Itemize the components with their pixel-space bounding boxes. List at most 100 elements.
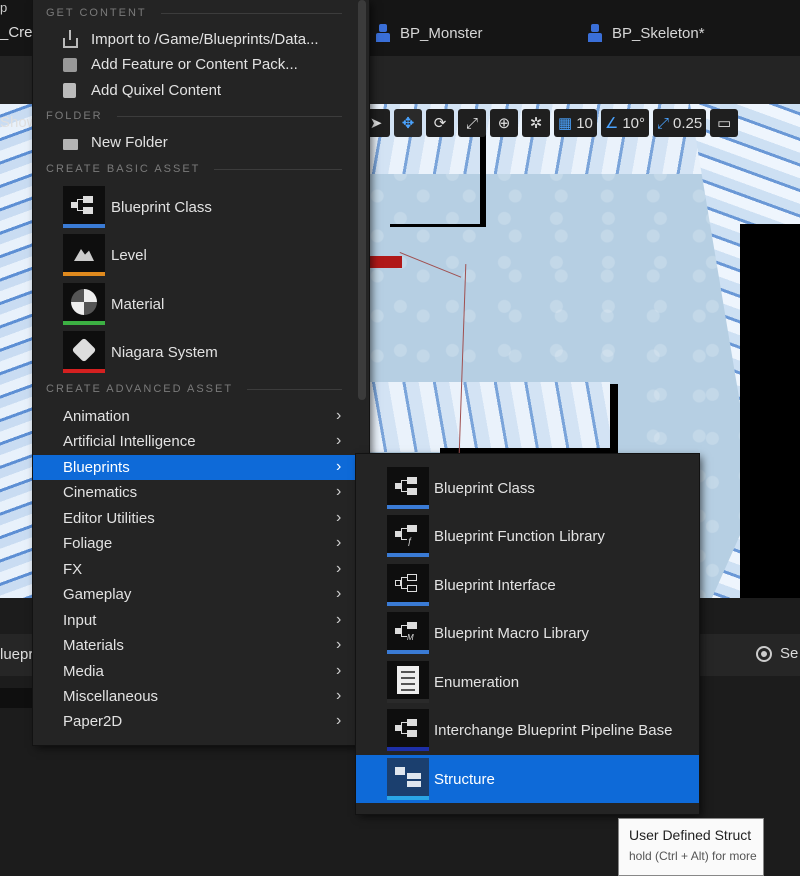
category-media[interactable]: Media › — [33, 659, 355, 684]
scale-snap-icon: ⤢ — [657, 114, 670, 132]
scale-icon[interactable]: ⤢ — [458, 109, 486, 137]
category-label: FX — [63, 561, 83, 578]
blueprint-icon — [376, 24, 390, 42]
submenu-item-label: Enumeration — [434, 673, 520, 691]
viewport-scenery — [740, 224, 800, 598]
submenu-item-interchange-pipeline[interactable]: Interchange Blueprint Pipeline Base — [356, 706, 699, 754]
submenu-item-blueprint-macro-library[interactable]: M Blueprint Macro Library — [356, 609, 699, 657]
category-label: Gameplay — [63, 586, 132, 603]
category-cinematics[interactable]: Cinematics › — [33, 480, 355, 505]
category-miscellaneous[interactable]: Miscellaneous › — [33, 684, 355, 709]
niagara-icon — [63, 331, 105, 373]
category-label: Editor Utilities — [63, 510, 155, 527]
rotation-snap-button[interactable]: ∠ 10° — [600, 109, 650, 137]
menu-item-import[interactable]: Import to /Game/Blueprints/Data... — [33, 27, 355, 52]
translate-icon[interactable]: ✥ — [394, 109, 422, 137]
tooltip: User Defined Struct hold (Ctrl + Alt) fo… — [618, 818, 764, 876]
menu-item-label: Add Quixel Content — [91, 82, 222, 99]
blueprint-class-icon — [387, 467, 429, 509]
section-title: CREATE ADVANCED ASSET — [46, 383, 234, 395]
submenu-item-blueprint-function-library[interactable]: ƒ Blueprint Function Library — [356, 512, 699, 560]
category-artificial-intelligence[interactable]: Artificial Intelligence › — [33, 429, 355, 454]
viewport-show-menu[interactable]: Show — [0, 114, 38, 131]
tab-label: BP_Monster — [400, 24, 483, 42]
world-space-icon[interactable]: ⊕ — [490, 109, 518, 137]
grid-icon: ▦ — [558, 115, 573, 132]
section-title: GET CONTENT — [46, 7, 147, 19]
basic-asset-label: Material — [111, 295, 165, 313]
menu-item-label: Add Feature or Content Pack... — [91, 56, 298, 73]
blueprint-icon — [588, 24, 602, 42]
grid-snap-button[interactable]: ▦ 10 — [554, 109, 597, 137]
chevron-right-icon: › — [336, 636, 342, 653]
basic-asset-blueprint-class[interactable]: Blueprint Class — [63, 184, 363, 230]
submenu-item-blueprint-interface[interactable]: Blueprint Interface — [356, 561, 699, 609]
category-animation[interactable]: Animation › — [33, 404, 355, 429]
basic-asset-label: Level — [111, 246, 147, 264]
grid-snap-value: 10 — [576, 114, 593, 132]
content-browser-tab[interactable]: luepr — [0, 646, 33, 663]
section-header-folder: FOLDER — [46, 110, 342, 122]
category-editor-utilities[interactable]: Editor Utilities › — [33, 506, 355, 531]
submenu-item-label: Blueprint Interface — [434, 576, 556, 594]
submenu-item-blueprint-class[interactable]: Blueprint Class — [356, 464, 699, 512]
category-gameplay[interactable]: Gameplay › — [33, 582, 355, 607]
category-paper2d[interactable]: Paper2D › — [33, 709, 355, 734]
basic-asset-level[interactable]: Level — [63, 232, 363, 278]
interface-icon — [387, 564, 429, 606]
category-blueprints[interactable]: Blueprints › — [33, 455, 355, 480]
chevron-right-icon: › — [336, 687, 342, 704]
menu-scrollbar[interactable] — [358, 0, 366, 400]
submenu-item-label: Blueprint Class — [434, 479, 535, 497]
quixel-icon — [63, 83, 76, 98]
scale-snap-value: 0.25 — [673, 114, 703, 132]
category-fx[interactable]: FX › — [33, 557, 355, 582]
section-header-get-content: GET CONTENT — [46, 7, 342, 19]
basic-asset-label: Niagara System — [111, 343, 218, 361]
search-input[interactable] — [0, 688, 34, 708]
category-label: Paper2D — [63, 713, 123, 730]
category-foliage[interactable]: Foliage › — [33, 531, 355, 556]
angle-icon: ∠ — [604, 115, 619, 132]
category-materials[interactable]: Materials › — [33, 633, 355, 658]
settings-label: Se — [780, 645, 799, 662]
menu-bar-fragment[interactable]: p — [0, 0, 7, 15]
chevron-right-icon: › — [336, 662, 342, 679]
import-icon — [63, 29, 78, 48]
tab-bp-skeleton[interactable]: BP_Skeleton* — [588, 24, 705, 42]
add-content-menu: GET CONTENT Import to /Game/Blueprints/D… — [33, 0, 369, 745]
rotate-icon[interactable]: ⟳ — [426, 109, 454, 137]
blueprint-class-icon — [63, 186, 105, 228]
tab-bp-monster[interactable]: BP_Monster — [376, 24, 483, 42]
chevron-right-icon: › — [336, 458, 342, 475]
chevron-right-icon: › — [336, 611, 342, 628]
category-label: Artificial Intelligence — [63, 433, 196, 450]
divider — [247, 388, 342, 390]
submenu-item-structure[interactable]: Structure — [356, 755, 699, 803]
section-header-create-advanced: CREATE ADVANCED ASSET — [46, 383, 342, 395]
surface-snap-icon[interactable]: ✲ — [522, 109, 550, 137]
section-title: FOLDER — [46, 110, 103, 122]
menu-item-add-feature[interactable]: Add Feature or Content Pack... — [33, 52, 355, 77]
basic-asset-material[interactable]: Material — [63, 281, 363, 327]
submenu-item-label: Structure — [434, 770, 495, 788]
section-header-create-basic: CREATE BASIC ASSET — [46, 163, 342, 175]
basic-asset-niagara-system[interactable]: Niagara System — [63, 329, 363, 375]
category-label: Materials — [63, 637, 124, 654]
blueprints-submenu: Blueprint Class ƒ Blueprint Function Lib… — [356, 454, 699, 814]
settings-button[interactable]: Se — [756, 645, 798, 662]
structure-icon — [387, 758, 429, 800]
chevron-right-icon: › — [336, 585, 342, 602]
material-icon — [63, 283, 105, 325]
menu-item-label: Import to /Game/Blueprints/Data... — [91, 31, 319, 48]
scale-snap-button[interactable]: ⤢ 0.25 — [653, 109, 707, 137]
category-input[interactable]: Input › — [33, 608, 355, 633]
camera-speed-icon[interactable]: ▭ — [710, 109, 739, 137]
menu-item-add-quixel[interactable]: Add Quixel Content — [33, 78, 355, 103]
submenu-item-label: Blueprint Function Library — [434, 527, 605, 545]
submenu-item-enumeration[interactable]: Enumeration — [356, 658, 699, 706]
viewport-actor[interactable] — [370, 256, 402, 268]
chevron-right-icon: › — [336, 407, 342, 424]
menu-item-new-folder[interactable]: New Folder — [33, 130, 355, 155]
category-label: Blueprints — [63, 459, 130, 476]
